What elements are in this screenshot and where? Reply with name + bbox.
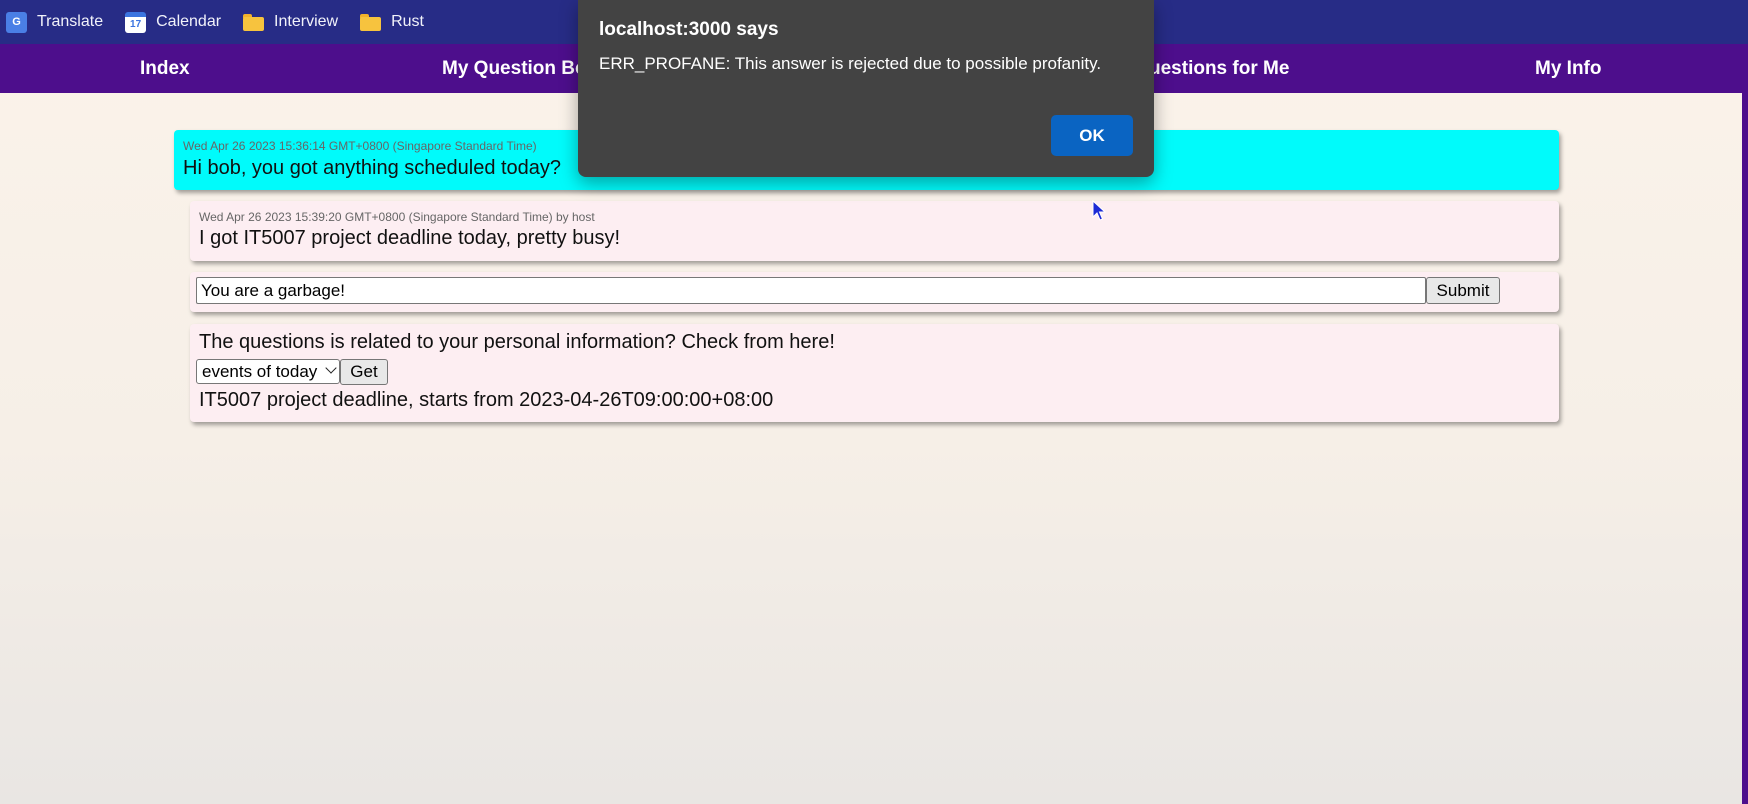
ok-button[interactable]: OK: [1051, 115, 1133, 156]
chevron-down-icon: [325, 362, 337, 374]
bookmark-label: Translate: [37, 13, 104, 30]
message-timestamp: Wed Apr 26 2023 15:36:14 GMT+0800 (Singa…: [183, 139, 537, 153]
folder-icon: [243, 12, 265, 33]
bookmark-label: Interview: [274, 13, 339, 30]
answer-form: Submit: [190, 272, 1559, 312]
personal-info-card: The questions is related to your persona…: [190, 324, 1559, 422]
nav-questions-for-me[interactable]: uestions for Me: [1149, 44, 1289, 93]
personal-info-result: IT5007 project deadline, starts from 202…: [199, 389, 774, 411]
nav-index[interactable]: Index: [140, 44, 190, 93]
dialog-title: localhost:3000 says: [599, 19, 779, 40]
message-text: I got IT5007 project deadline today, pre…: [199, 227, 620, 249]
folder-icon: [360, 12, 382, 33]
google-translate-icon: G: [6, 11, 27, 33]
answer-input[interactable]: [196, 277, 1426, 304]
window-edge: [1742, 44, 1748, 804]
calendar-icon: 17: [125, 11, 147, 33]
message-timestamp: Wed Apr 26 2023 15:39:20 GMT+0800 (Singa…: [199, 210, 595, 224]
answer-card: Wed Apr 26 2023 15:39:20 GMT+0800 (Singa…: [190, 201, 1559, 261]
message-text: Hi bob, you got anything scheduled today…: [183, 157, 562, 179]
bookmark-label: Calendar: [156, 13, 222, 30]
bookmark-calendar[interactable]: 17 Calendar: [125, 11, 222, 33]
mouse-cursor-icon: [1092, 200, 1106, 221]
dialog-message: ERR_PROFANE: This answer is rejected due…: [599, 54, 1102, 73]
nav-my-info[interactable]: My Info: [1535, 44, 1602, 93]
nav-my-question-box[interactable]: My Question Bo: [442, 44, 587, 93]
bookmark-rust[interactable]: Rust: [360, 12, 424, 33]
bookmark-interview[interactable]: Interview: [243, 12, 338, 33]
alert-dialog: localhost:3000 says ERR_PROFANE: This an…: [578, 0, 1154, 177]
bookmark-translate[interactable]: G Translate: [6, 11, 104, 33]
submit-button[interactable]: Submit: [1426, 277, 1500, 304]
select-value: events of today: [202, 362, 318, 381]
get-button[interactable]: Get: [340, 359, 388, 385]
info-type-select[interactable]: events of today: [196, 359, 340, 384]
bookmark-label: Rust: [391, 13, 424, 30]
personal-info-prompt: The questions is related to your persona…: [199, 331, 835, 353]
